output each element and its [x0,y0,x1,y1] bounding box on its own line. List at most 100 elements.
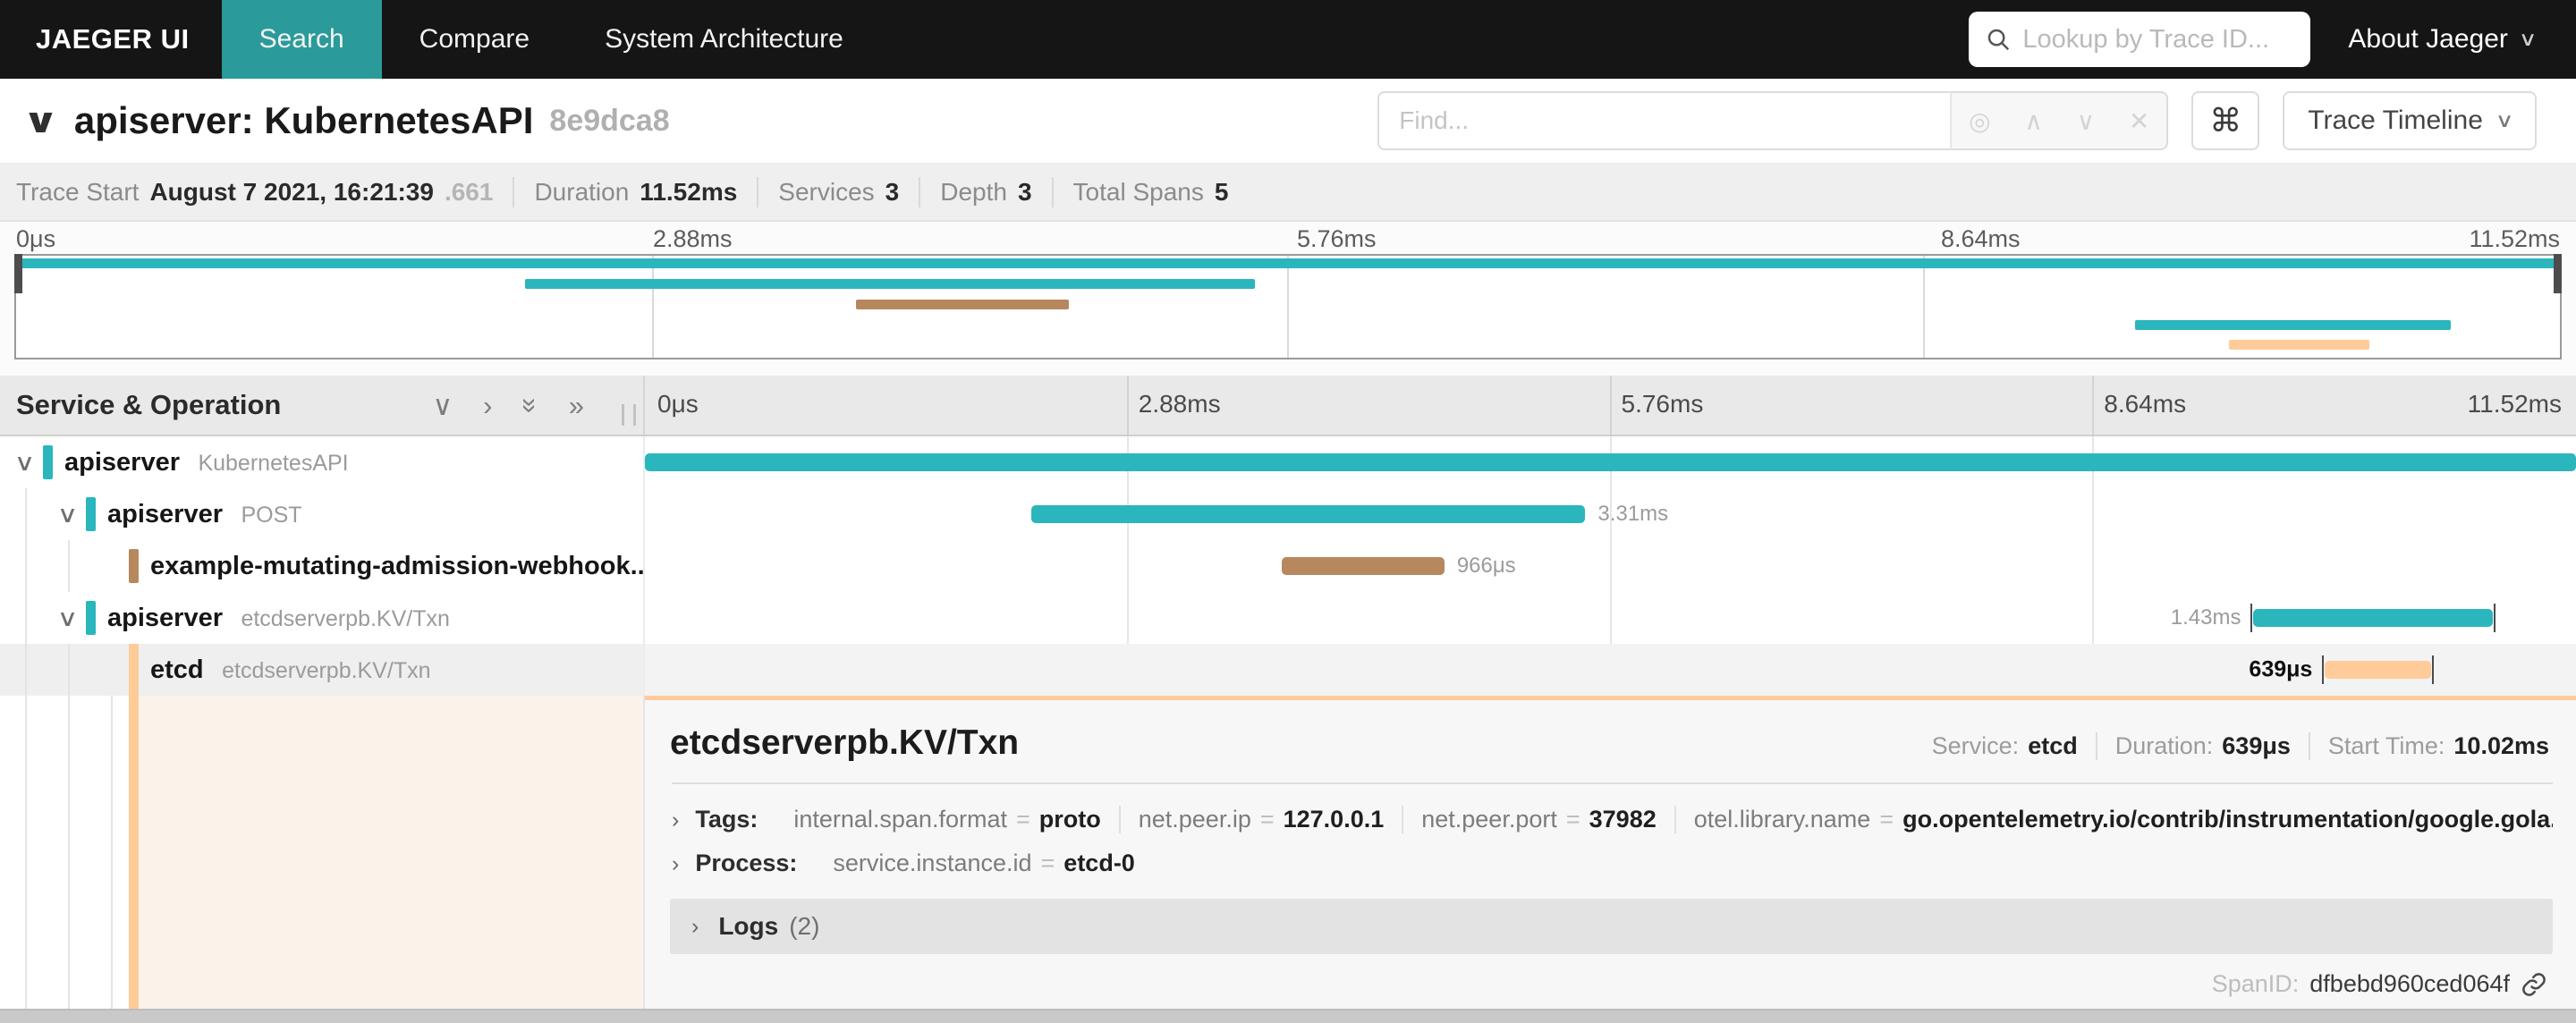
tags-section[interactable]: › Tags: internal.span.format = proto net… [670,797,2553,841]
expand-all-icon[interactable]: » [569,392,584,419]
span-row[interactable]: ∨ apiserver etcdserverpb.KV/Txn 1.43ms [0,592,2576,644]
next-result-icon[interactable]: ∨ [2077,106,2096,136]
viewport-drag-handle-right[interactable] [2554,254,2562,293]
row-collapse-icon[interactable]: ∨ [14,449,36,477]
nav-item-system-architecture[interactable]: System Architecture [567,0,881,79]
chevron-down-icon: ∨ [2518,28,2538,50]
span-service: etcd [150,655,204,684]
nav-item-search[interactable]: Search [221,0,382,79]
column-resize-handle[interactable] [622,404,636,426]
span-duration-bar[interactable] [645,453,2576,471]
span-rows: ∨ apiserver KubernetesAPI ∨ apiserver PO… [0,436,2576,696]
span-duration-label: 3.31ms [1597,502,1669,526]
expand-one-icon[interactable]: › [483,392,492,419]
minimap-span-bar [524,279,1256,289]
command-icon: ⌘ [2209,102,2242,139]
clear-find-icon[interactable]: ✕ [2129,106,2149,136]
span-duration-bar[interactable] [2325,661,2432,679]
axis-tick: 0μs [657,390,699,418]
span-color-block [129,549,139,583]
collapse-one-icon[interactable]: ∨ [432,392,453,419]
find-toolbar: ◎ ∧ ∨ ✕ ⌘ Trace Timeline ∨ [1377,91,2537,150]
span-operation: KubernetesAPI [198,450,349,476]
tag-pair: net.peer.port = 37982 [1403,806,1676,833]
detail-service: Service: etcd [1914,732,2097,760]
minimap-span-bar [2135,320,2451,330]
span-detail-row: etcdserverpb.KV/Txn Service: etcd Durati… [0,696,2576,1009]
row-collapse-icon[interactable]: ∨ [57,501,79,528]
span-row[interactable]: ∨ apiserver KubernetesAPI [0,436,2576,488]
trace-lookup-box[interactable] [1969,12,2311,67]
find-input[interactable] [1377,91,1951,150]
chevron-down-icon: ∨ [2495,109,2514,131]
locate-span-icon[interactable]: ◎ [1969,106,1990,136]
minimap-viewport[interactable] [14,254,2562,359]
span-duration-bar[interactable] [1282,557,1445,575]
about-jaeger-menu[interactable]: About Jaeger ∨ [2348,0,2576,79]
process-section[interactable]: › Process: service.instance.id = etcd-0 [670,841,2553,884]
axis-tick: 2.88ms [1138,390,1221,418]
expand-logs-icon[interactable]: › [691,914,699,940]
span-detail-card: etcdserverpb.KV/Txn Service: etcd Durati… [645,696,2576,1009]
minimap-axis: 0μs 2.88ms 5.76ms 8.64ms 11.52ms [0,222,2576,254]
span-service: apiserver [107,603,223,632]
tag-pair: net.peer.ip = 127.0.0.1 [1121,806,1404,833]
minimap-span-bar [16,258,2560,268]
minimap-tick: 0μs [16,225,56,252]
timeline-axis-header: 0μs 2.88ms 5.76ms 8.64ms 11.52ms [645,376,2576,435]
span-id-value: dfbebd960ced064f [2309,970,2510,997]
trace-id: 8e9dca8 [549,103,670,138]
span-operation: etcdserverpb.KV/Txn [222,657,431,683]
span-duration-label: 966μs [1456,554,1516,578]
axis-tick: 8.64ms [2104,390,2187,418]
span-row-selected[interactable]: etcd etcdserverpb.KV/Txn 639μs [0,644,2576,696]
top-nav: JAEGER UI Search Compare System Architec… [0,0,2576,79]
summary-trace-start: Trace Start August 7 2021, 16:21:39 .661 [16,177,515,207]
span-row[interactable]: ∨ apiserver POST 3.31ms [0,488,2576,540]
summary-depth: Depth 3 [920,177,1054,207]
about-jaeger-label: About Jaeger [2348,24,2508,54]
detail-start-time: Start Time: 10.02ms [2327,732,2549,759]
minimap-span-bar [2229,340,2369,350]
axis-tick: 5.76ms [1621,390,1704,418]
summary-duration: Duration 11.52ms [514,177,759,207]
span-detail-title: etcdserverpb.KV/Txn [670,723,1020,762]
collapse-all-icon[interactable]: » [515,397,547,412]
row-collapse-icon[interactable]: ∨ [57,604,79,632]
nav-item-compare[interactable]: Compare [382,0,567,79]
prev-result-icon[interactable]: ∧ [2024,106,2043,136]
horizontal-scrollbar[interactable] [0,1009,2576,1023]
trace-lookup-input[interactable] [2022,24,2295,55]
span-service: apiserver [64,447,180,477]
summary-services: Services 3 [758,177,921,207]
service-operation-header: Service & Operation ∨ › » » [0,376,645,435]
tag-pair: otel.library.name = go.opentelemetry.io/… [1693,806,2553,833]
trace-view-label: Trace Timeline [2308,106,2483,135]
span-color-block [129,644,139,696]
deep-link-icon[interactable] [2521,971,2547,998]
app-logo: JAEGER UI [36,23,190,55]
collapse-trace-icon[interactable]: ∨ [22,101,60,141]
span-duration-bar[interactable] [1030,505,1586,523]
find-controls: ◎ ∧ ∨ ✕ [1950,91,2169,150]
minimap-tick: 2.88ms [653,225,733,252]
minimap-span-bar [855,300,1070,309]
span-operation: etcdserverpb.KV/Txn [241,605,450,631]
logs-section[interactable]: › Logs (2) [670,899,2553,954]
search-icon [1988,29,2010,51]
span-operation: POST [241,502,302,528]
trace-view-selector[interactable]: Trace Timeline ∨ [2283,91,2537,150]
span-duration-bar[interactable] [2253,609,2494,627]
viewport-drag-handle-left[interactable] [14,254,22,293]
minimap-tick: 8.64ms [1941,225,2021,252]
span-accent-bar [129,696,139,1009]
expand-process-icon[interactable]: › [672,851,679,877]
expand-tags-icon[interactable]: › [672,807,679,833]
span-color-block [86,497,96,531]
keyboard-shortcuts-button[interactable]: ⌘ [2191,91,2260,150]
summary-total-spans: Total Spans 5 [1072,178,1229,206]
span-service: example-mutating-admission-webhook... [150,551,643,580]
trace-title: apiserver: KubernetesAPI [73,99,534,141]
span-row[interactable]: example-mutating-admission-webhook... 96… [0,540,2576,592]
service-operation-title: Service & Operation [16,389,282,420]
